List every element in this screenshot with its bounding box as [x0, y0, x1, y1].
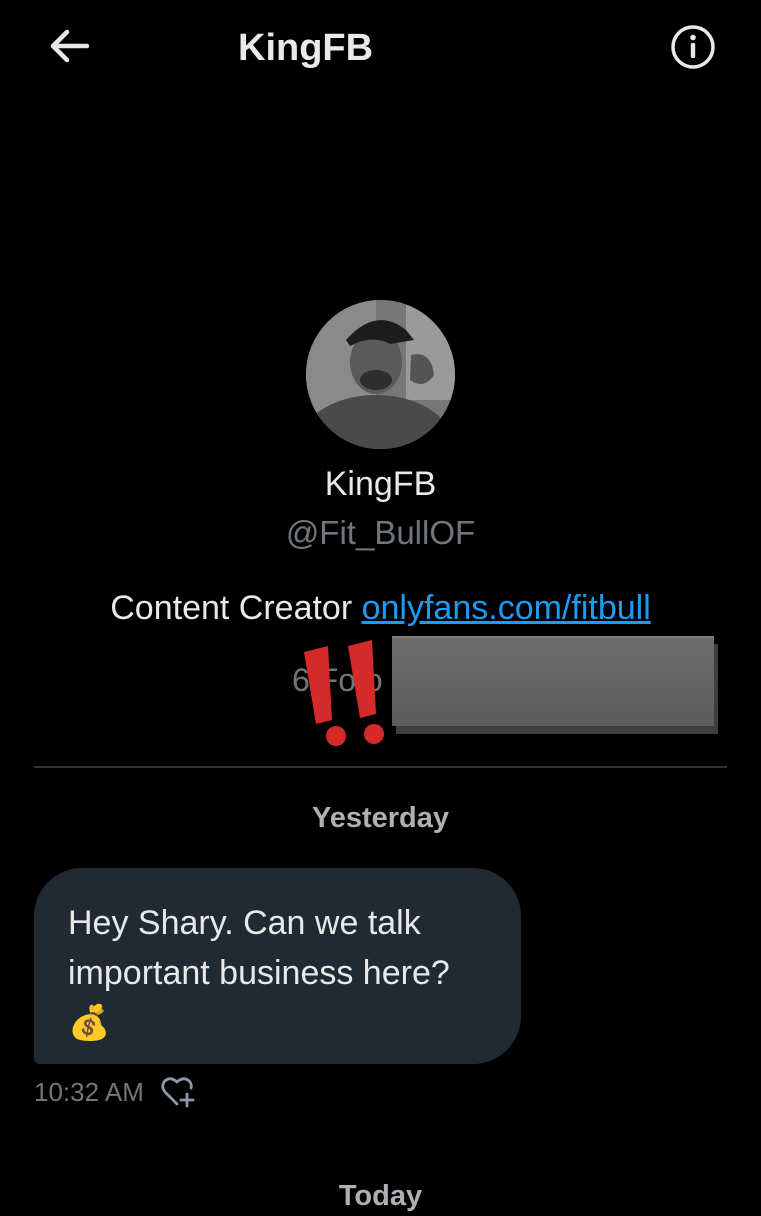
profile-handle: @Fit_BullOF [285, 514, 476, 551]
react-button[interactable] [160, 1074, 198, 1110]
info-button[interactable] [668, 22, 718, 72]
double-exclamation-icon [304, 640, 384, 746]
conversation-title: KingFB [238, 27, 374, 69]
message-bubble[interactable]: Hey Shary. Can we talk important busines… [34, 868, 521, 1064]
divider [34, 766, 727, 768]
info-icon [671, 25, 715, 69]
avatar-photo [306, 300, 455, 449]
money-bag-emoji: 💰 [68, 1004, 111, 1042]
arrow-left-icon [50, 29, 89, 63]
conversation-header: KingFB [0, 0, 761, 100]
date-separator: Yesterday [311, 802, 450, 834]
redaction-box [392, 636, 714, 726]
message-timestamp: 10:32 AM [34, 1077, 144, 1107]
bio-text: Content Creator [110, 589, 362, 627]
heart-plus-icon [161, 1077, 195, 1108]
profile-bio: Content Creator onlyfans.com/fitbull [0, 586, 761, 630]
date-separator: Today [338, 1180, 423, 1212]
back-button[interactable] [44, 26, 92, 66]
avatar[interactable] [306, 300, 455, 449]
message-text: Hey Shary. Can we talk important busines… [68, 904, 450, 992]
bio-link[interactable]: onlyfans.com/fitbull [362, 589, 651, 627]
profile-name: KingFB [324, 465, 437, 503]
